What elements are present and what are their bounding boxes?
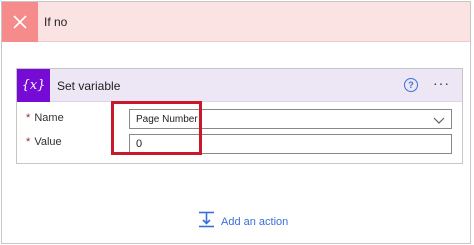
value-input[interactable]: 0 (129, 134, 452, 154)
card-title: Set variable (57, 79, 121, 93)
variable-icon: {x} (17, 69, 50, 102)
value-field-label: * Value (26, 136, 62, 148)
name-select-value: Page Number (136, 114, 198, 125)
card-header[interactable]: {x} Set variable ? ··· (17, 69, 462, 102)
name-select[interactable]: Page Number (129, 109, 452, 129)
set-variable-card: {x} Set variable ? ··· * Name Page Numbe… (16, 68, 463, 164)
value-input-text: 0 (136, 138, 143, 150)
required-mark: * (26, 136, 31, 148)
add-action-icon (198, 211, 215, 233)
add-an-action-label: Add an action (221, 216, 289, 228)
required-mark: * (26, 112, 31, 124)
branch-title: If no (44, 15, 68, 29)
branch-header[interactable]: If no (2, 2, 470, 42)
name-field-label: * Name (26, 112, 64, 124)
chevron-down-icon[interactable] (433, 113, 445, 131)
help-icon[interactable]: ? (404, 78, 418, 92)
value-label: Value (34, 136, 62, 148)
if-no-branch: If no {x} Set variable ? ··· * Name Page… (1, 1, 471, 244)
more-options-icon[interactable]: ··· (433, 75, 450, 91)
close-icon[interactable] (2, 2, 38, 42)
add-an-action-button[interactable]: Add an action (198, 211, 289, 233)
name-label: Name (34, 112, 64, 124)
